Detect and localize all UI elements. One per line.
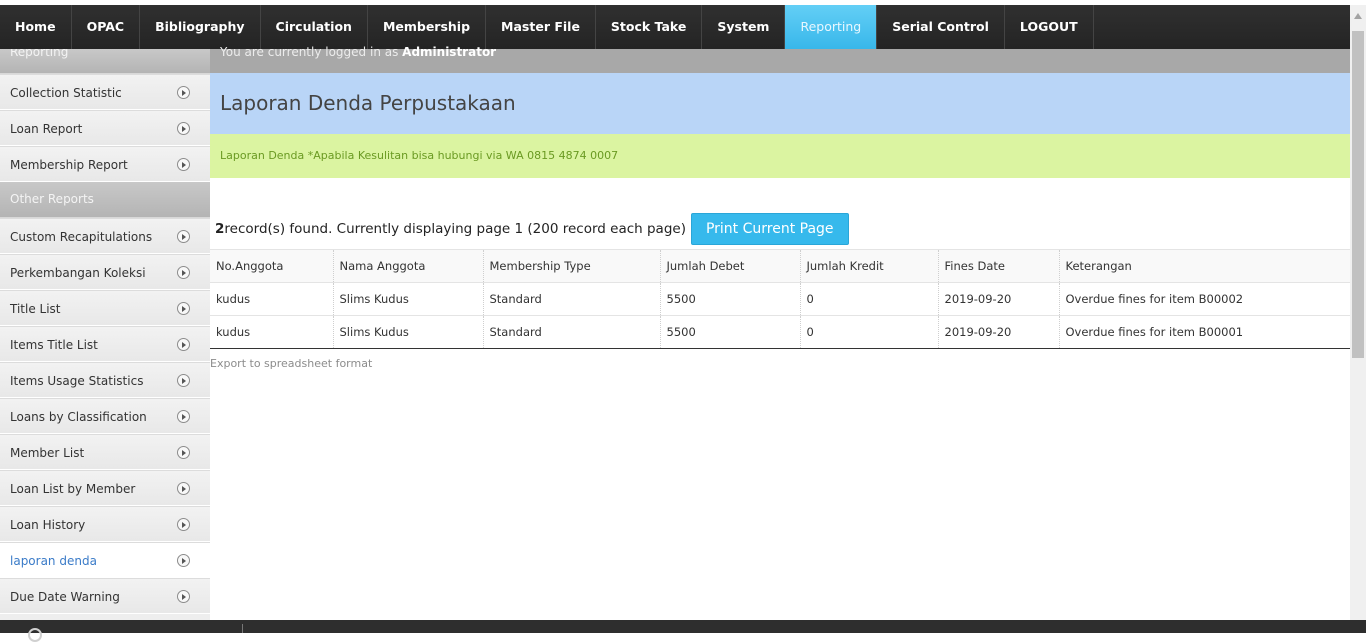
page-scrollbar[interactable]	[1350, 5, 1366, 620]
nav-reporting[interactable]: Reporting	[785, 5, 878, 49]
arrow-right-icon	[177, 554, 190, 567]
column-header[interactable]: Jumlah Kredit	[800, 249, 939, 283]
nav-bibliography[interactable]: Bibliography	[140, 5, 261, 49]
arrow-right-icon	[177, 266, 190, 279]
arrow-right-icon	[177, 374, 190, 387]
scroll-thumb[interactable]	[1352, 31, 1364, 358]
sidebar-item-label: Perkembangan Koleksi	[10, 266, 146, 280]
sidebar-item-loans-by-classification[interactable]: Loans by Classification	[0, 398, 210, 434]
nav-opac[interactable]: OPAC	[72, 5, 141, 49]
scroll-up-icon[interactable]	[1354, 13, 1362, 19]
fines-table: No.Anggota Nama Anggota Membership Type …	[210, 249, 1350, 349]
table-cell: kudus	[210, 282, 334, 316]
spinner-icon	[28, 628, 42, 642]
sidebar-item-items-usage-statistics[interactable]: Items Usage Statistics	[0, 362, 210, 398]
table-row: kudus Slims Kudus Standard 5500 0 2019-0…	[210, 315, 1350, 349]
sidebar-item-label: Membership Report	[10, 158, 128, 172]
export-spreadsheet-link[interactable]: Export to spreadsheet format	[210, 357, 372, 370]
sidebar-item-due-date-warning[interactable]: Due Date Warning	[0, 578, 210, 614]
login-prefix: You are currently logged in as	[220, 45, 403, 59]
column-header[interactable]: Jumlah Debet	[660, 249, 801, 283]
nav-circulation[interactable]: Circulation	[261, 5, 368, 49]
sidebar-item-label: laporan denda	[10, 554, 97, 568]
table-row: kudus Slims Kudus Standard 5500 0 2019-0…	[210, 282, 1350, 316]
main-content: You are currently logged in as Administr…	[210, 46, 1350, 620]
sidebar-item-custom-recapitulations[interactable]: Custom Recapitulations	[0, 218, 210, 254]
arrow-right-icon	[177, 590, 190, 603]
arrow-right-icon	[177, 302, 190, 315]
table-cell: kudus	[210, 315, 334, 349]
arrow-right-icon	[177, 518, 190, 531]
column-header[interactable]: Keterangan	[1059, 249, 1350, 283]
nav-membership[interactable]: Membership	[368, 5, 487, 49]
column-header[interactable]: Nama Anggota	[333, 249, 484, 283]
table-cell: Standard	[483, 315, 661, 349]
print-current-page-button[interactable]: Print Current Page	[690, 213, 849, 245]
sidebar-item-title-list[interactable]: Title List	[0, 290, 210, 326]
arrow-right-icon	[177, 158, 190, 171]
table-cell: Overdue fines for item B00001	[1059, 315, 1350, 349]
sidebar-item-label: Loan Report	[10, 122, 83, 136]
login-status: You are currently logged in as Administr…	[210, 46, 1350, 73]
table-cell: Standard	[483, 282, 661, 316]
nav-stock-take[interactable]: Stock Take	[596, 5, 703, 49]
nav-master-file[interactable]: Master File	[486, 5, 596, 49]
sidebar-item-label: Title List	[10, 302, 61, 316]
record-summary: 2 record(s) found. Currently displaying …	[215, 213, 849, 245]
arrow-right-icon	[177, 122, 190, 135]
nav-home[interactable]: Home	[0, 5, 72, 49]
arrow-right-icon	[177, 482, 190, 495]
page-title: Laporan Denda Perpustakaan	[210, 73, 1350, 134]
column-header[interactable]: No.Anggota	[210, 249, 334, 283]
table-cell: 0	[800, 315, 939, 349]
sidebar-item-laporan-denda[interactable]: laporan denda	[0, 542, 210, 578]
arrow-right-icon	[177, 338, 190, 351]
table-cell: 2019-09-20	[938, 282, 1060, 316]
arrow-right-icon	[177, 86, 190, 99]
sidebar-item-label: Loan History	[10, 518, 86, 532]
divider	[242, 624, 243, 633]
top-navigation: Home OPAC Bibliography Circulation Membe…	[0, 5, 1350, 49]
table-cell: Overdue fines for item B00002	[1059, 282, 1350, 316]
sidebar-item-perkembangan-koleksi[interactable]: Perkembangan Koleksi	[0, 254, 210, 290]
sidebar-item-label: Collection Statistic	[10, 86, 122, 100]
record-text: record(s) found. Currently displaying pa…	[224, 221, 686, 237]
sidebar-item-label: Loan List by Member	[10, 482, 136, 496]
bottom-bar	[0, 620, 1366, 642]
sidebar-item-loan-list-by-member[interactable]: Loan List by Member	[0, 470, 210, 506]
sidebar-item-label: Items Title List	[10, 338, 98, 352]
table-header-row: No.Anggota Nama Anggota Membership Type …	[210, 249, 1350, 283]
nav-serial-control[interactable]: Serial Control	[877, 5, 1005, 49]
sidebar-item-label: Items Usage Statistics	[10, 374, 144, 388]
table-cell: 5500	[660, 315, 801, 349]
sidebar-item-loan-history[interactable]: Loan History	[0, 506, 210, 542]
nav-logout[interactable]: LOGOUT	[1005, 5, 1094, 49]
table-cell: 5500	[660, 282, 801, 316]
table-cell: Slims Kudus	[333, 315, 484, 349]
info-message: Laporan Denda *Apabila Kesulitan bisa hu…	[210, 134, 1350, 178]
sidebar-item-items-title-list[interactable]: Items Title List	[0, 326, 210, 362]
sidebar-item-loan-report[interactable]: Loan Report	[0, 110, 210, 146]
table-cell: 2019-09-20	[938, 315, 1060, 349]
sidebar-item-label: Loans by Classification	[10, 410, 147, 424]
sidebar-item-collection-statistic[interactable]: Collection Statistic	[0, 74, 210, 110]
sidebar-item-label: Due Date Warning	[10, 590, 120, 604]
sidebar-item-label: Member List	[10, 446, 85, 460]
sidebar-item-membership-report[interactable]: Membership Report	[0, 146, 210, 182]
table-cell: Slims Kudus	[333, 282, 484, 316]
arrow-right-icon	[177, 410, 190, 423]
sidebar-header-other-reports: Other Reports	[0, 182, 210, 218]
arrow-right-icon	[177, 230, 190, 243]
column-header[interactable]: Membership Type	[483, 249, 661, 283]
nav-system[interactable]: System	[702, 5, 786, 49]
table-cell: 0	[800, 282, 939, 316]
arrow-right-icon	[177, 446, 190, 459]
login-user: Administrator	[402, 45, 497, 59]
sidebar: Reporting Collection Statistic Loan Repo…	[0, 49, 210, 620]
sidebar-header-reporting: Reporting	[0, 49, 210, 74]
sidebar-item-member-list[interactable]: Member List	[0, 434, 210, 470]
record-count: 2	[215, 221, 225, 237]
column-header[interactable]: Fines Date	[938, 249, 1060, 283]
sidebar-item-label: Custom Recapitulations	[10, 230, 153, 244]
